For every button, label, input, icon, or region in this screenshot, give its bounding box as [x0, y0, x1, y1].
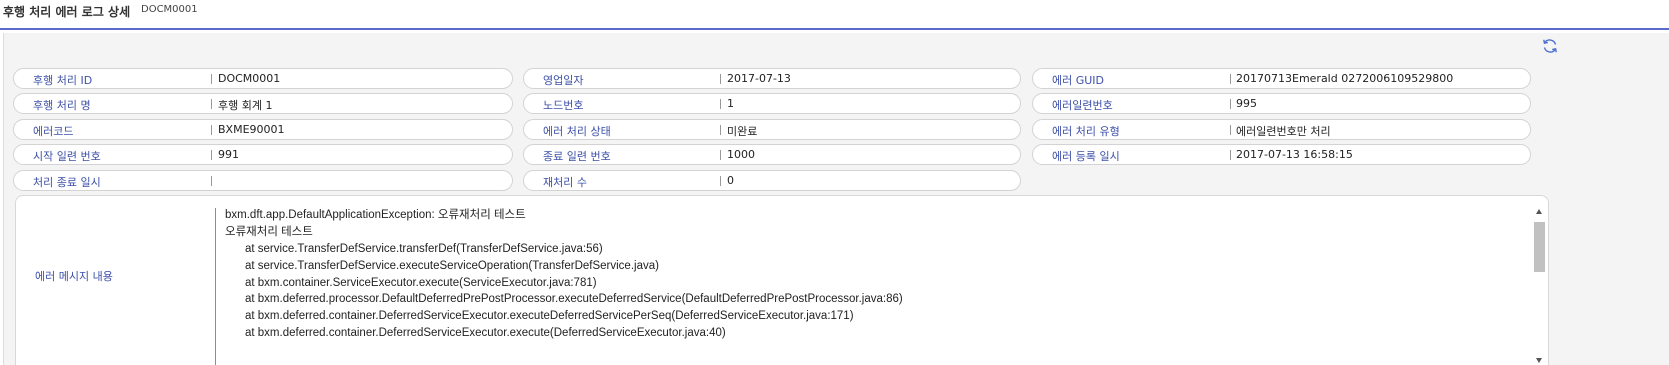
field-deferred-name: 후행 처리 명 후행 회계 1	[13, 93, 513, 114]
message-scrollbar[interactable]	[1533, 206, 1546, 365]
message-line: at bxm.deferred.container.DeferredServic…	[245, 327, 726, 340]
field-deferred-id: 후행 처리 ID DOCM0001	[13, 68, 513, 89]
detail-panel: 후행 처리 ID DOCM0001 영업일자 2017-07-13 에러 GUI…	[3, 33, 1669, 365]
field-label: 에러 GUID	[1052, 74, 1105, 87]
field-separator	[1230, 125, 1231, 135]
message-line: at bxm.deferred.container.DeferredServic…	[245, 310, 854, 323]
refresh-icon	[1543, 39, 1557, 53]
field-label: 에러 등록 일시	[1052, 150, 1120, 163]
page-subtitle: DOCM0001	[141, 4, 198, 15]
field-value: 0	[727, 174, 734, 187]
field-error-serial: 에러일련번호 995	[1032, 93, 1531, 114]
field-separator	[1230, 74, 1231, 84]
field-start-serial: 시작 일련 번호 991	[13, 144, 513, 165]
field-error-status: 에러 처리 상태 미완료	[523, 119, 1021, 140]
field-value: 991	[218, 148, 239, 161]
error-message-label: 에러 메시지 내용	[35, 270, 113, 283]
field-node-no: 노드번호 1	[523, 93, 1021, 114]
field-label: 에러 처리 상태	[543, 125, 611, 138]
field-separator	[211, 74, 212, 84]
title-bar: 후행 처리 에러 로그 상세 DOCM0001	[0, 0, 1669, 30]
field-label: 재처리 수	[543, 176, 587, 189]
arrow-down-icon	[1536, 358, 1542, 363]
field-label: 에러 처리 유형	[1052, 125, 1120, 138]
field-label: 노드번호	[543, 99, 584, 112]
field-value: 에러일련번호만 처리	[1236, 125, 1331, 138]
panel-toolbar	[4, 33, 1669, 58]
refresh-button[interactable]	[1540, 36, 1560, 56]
page-title: 후행 처리 에러 로그 상세	[3, 5, 131, 19]
field-label: 에러코드	[33, 125, 74, 138]
field-separator	[211, 99, 212, 109]
field-separator	[720, 99, 721, 109]
field-separator	[720, 150, 721, 160]
field-value: 20170713Emerald 0272006109529800	[1236, 72, 1454, 85]
field-label: 처리 종료 일시	[33, 176, 101, 189]
field-error-type: 에러 처리 유형 에러일련번호만 처리	[1032, 119, 1531, 140]
field-label: 에러일련번호	[1052, 99, 1113, 112]
field-label: 후행 처리 명	[33, 99, 91, 112]
field-label: 영업일자	[543, 74, 584, 87]
scroll-down-button[interactable]	[1533, 354, 1546, 365]
field-value: DOCM0001	[218, 72, 281, 85]
field-value: 1000	[727, 148, 755, 161]
field-value: 2017-07-13	[727, 72, 791, 85]
field-business-date: 영업일자 2017-07-13	[523, 68, 1021, 89]
message-line: at service.TransferDefService.executeSer…	[245, 259, 659, 272]
field-separator	[720, 176, 721, 186]
field-error-reg-time: 에러 등록 일시 2017-07-13 16:58:15	[1032, 144, 1531, 165]
message-line: at bxm.container.ServiceExecutor.execute…	[245, 276, 597, 289]
field-label: 종료 일련 번호	[543, 150, 611, 163]
field-separator	[1230, 99, 1231, 109]
message-line: at bxm.deferred.processor.DefaultDeferre…	[245, 293, 903, 306]
field-value: 995	[1236, 97, 1257, 110]
field-separator	[211, 125, 212, 135]
field-separator	[215, 208, 216, 365]
field-value: BXME90001	[218, 123, 285, 136]
message-line: at service.TransferDefService.transferDe…	[245, 242, 603, 255]
field-end-serial: 종료 일련 번호 1000	[523, 144, 1021, 165]
field-separator	[211, 176, 212, 186]
arrow-up-icon	[1536, 209, 1542, 214]
field-separator	[720, 125, 721, 135]
message-line: 오류재처리 테스트	[225, 225, 313, 238]
message-line: bxm.dft.app.DefaultApplicationException:…	[225, 209, 526, 221]
error-message-text[interactable]: bxm.dft.app.DefaultApplicationException:…	[225, 207, 1525, 365]
field-value: 후행 회계 1	[218, 99, 273, 112]
field-separator	[1230, 150, 1231, 160]
field-separator	[211, 150, 212, 160]
field-value: 2017-07-13 16:58:15	[1236, 148, 1353, 161]
scroll-up-button[interactable]	[1533, 206, 1546, 218]
error-message-box: 에러 메시지 내용 bxm.dft.app.DefaultApplication…	[15, 195, 1549, 365]
field-value: 미완료	[727, 125, 758, 138]
field-error-guid: 에러 GUID 20170713Emerald 0272006109529800	[1032, 68, 1531, 89]
field-retry-count: 재처리 수 0	[523, 170, 1021, 191]
field-value: 1	[727, 97, 734, 110]
field-separator	[720, 74, 721, 84]
field-error-code: 에러코드 BXME90001	[13, 119, 513, 140]
field-label: 시작 일련 번호	[33, 150, 101, 163]
field-finish-time: 처리 종료 일시	[13, 170, 513, 191]
scroll-thumb[interactable]	[1534, 222, 1545, 272]
field-label: 후행 처리 ID	[33, 74, 93, 87]
